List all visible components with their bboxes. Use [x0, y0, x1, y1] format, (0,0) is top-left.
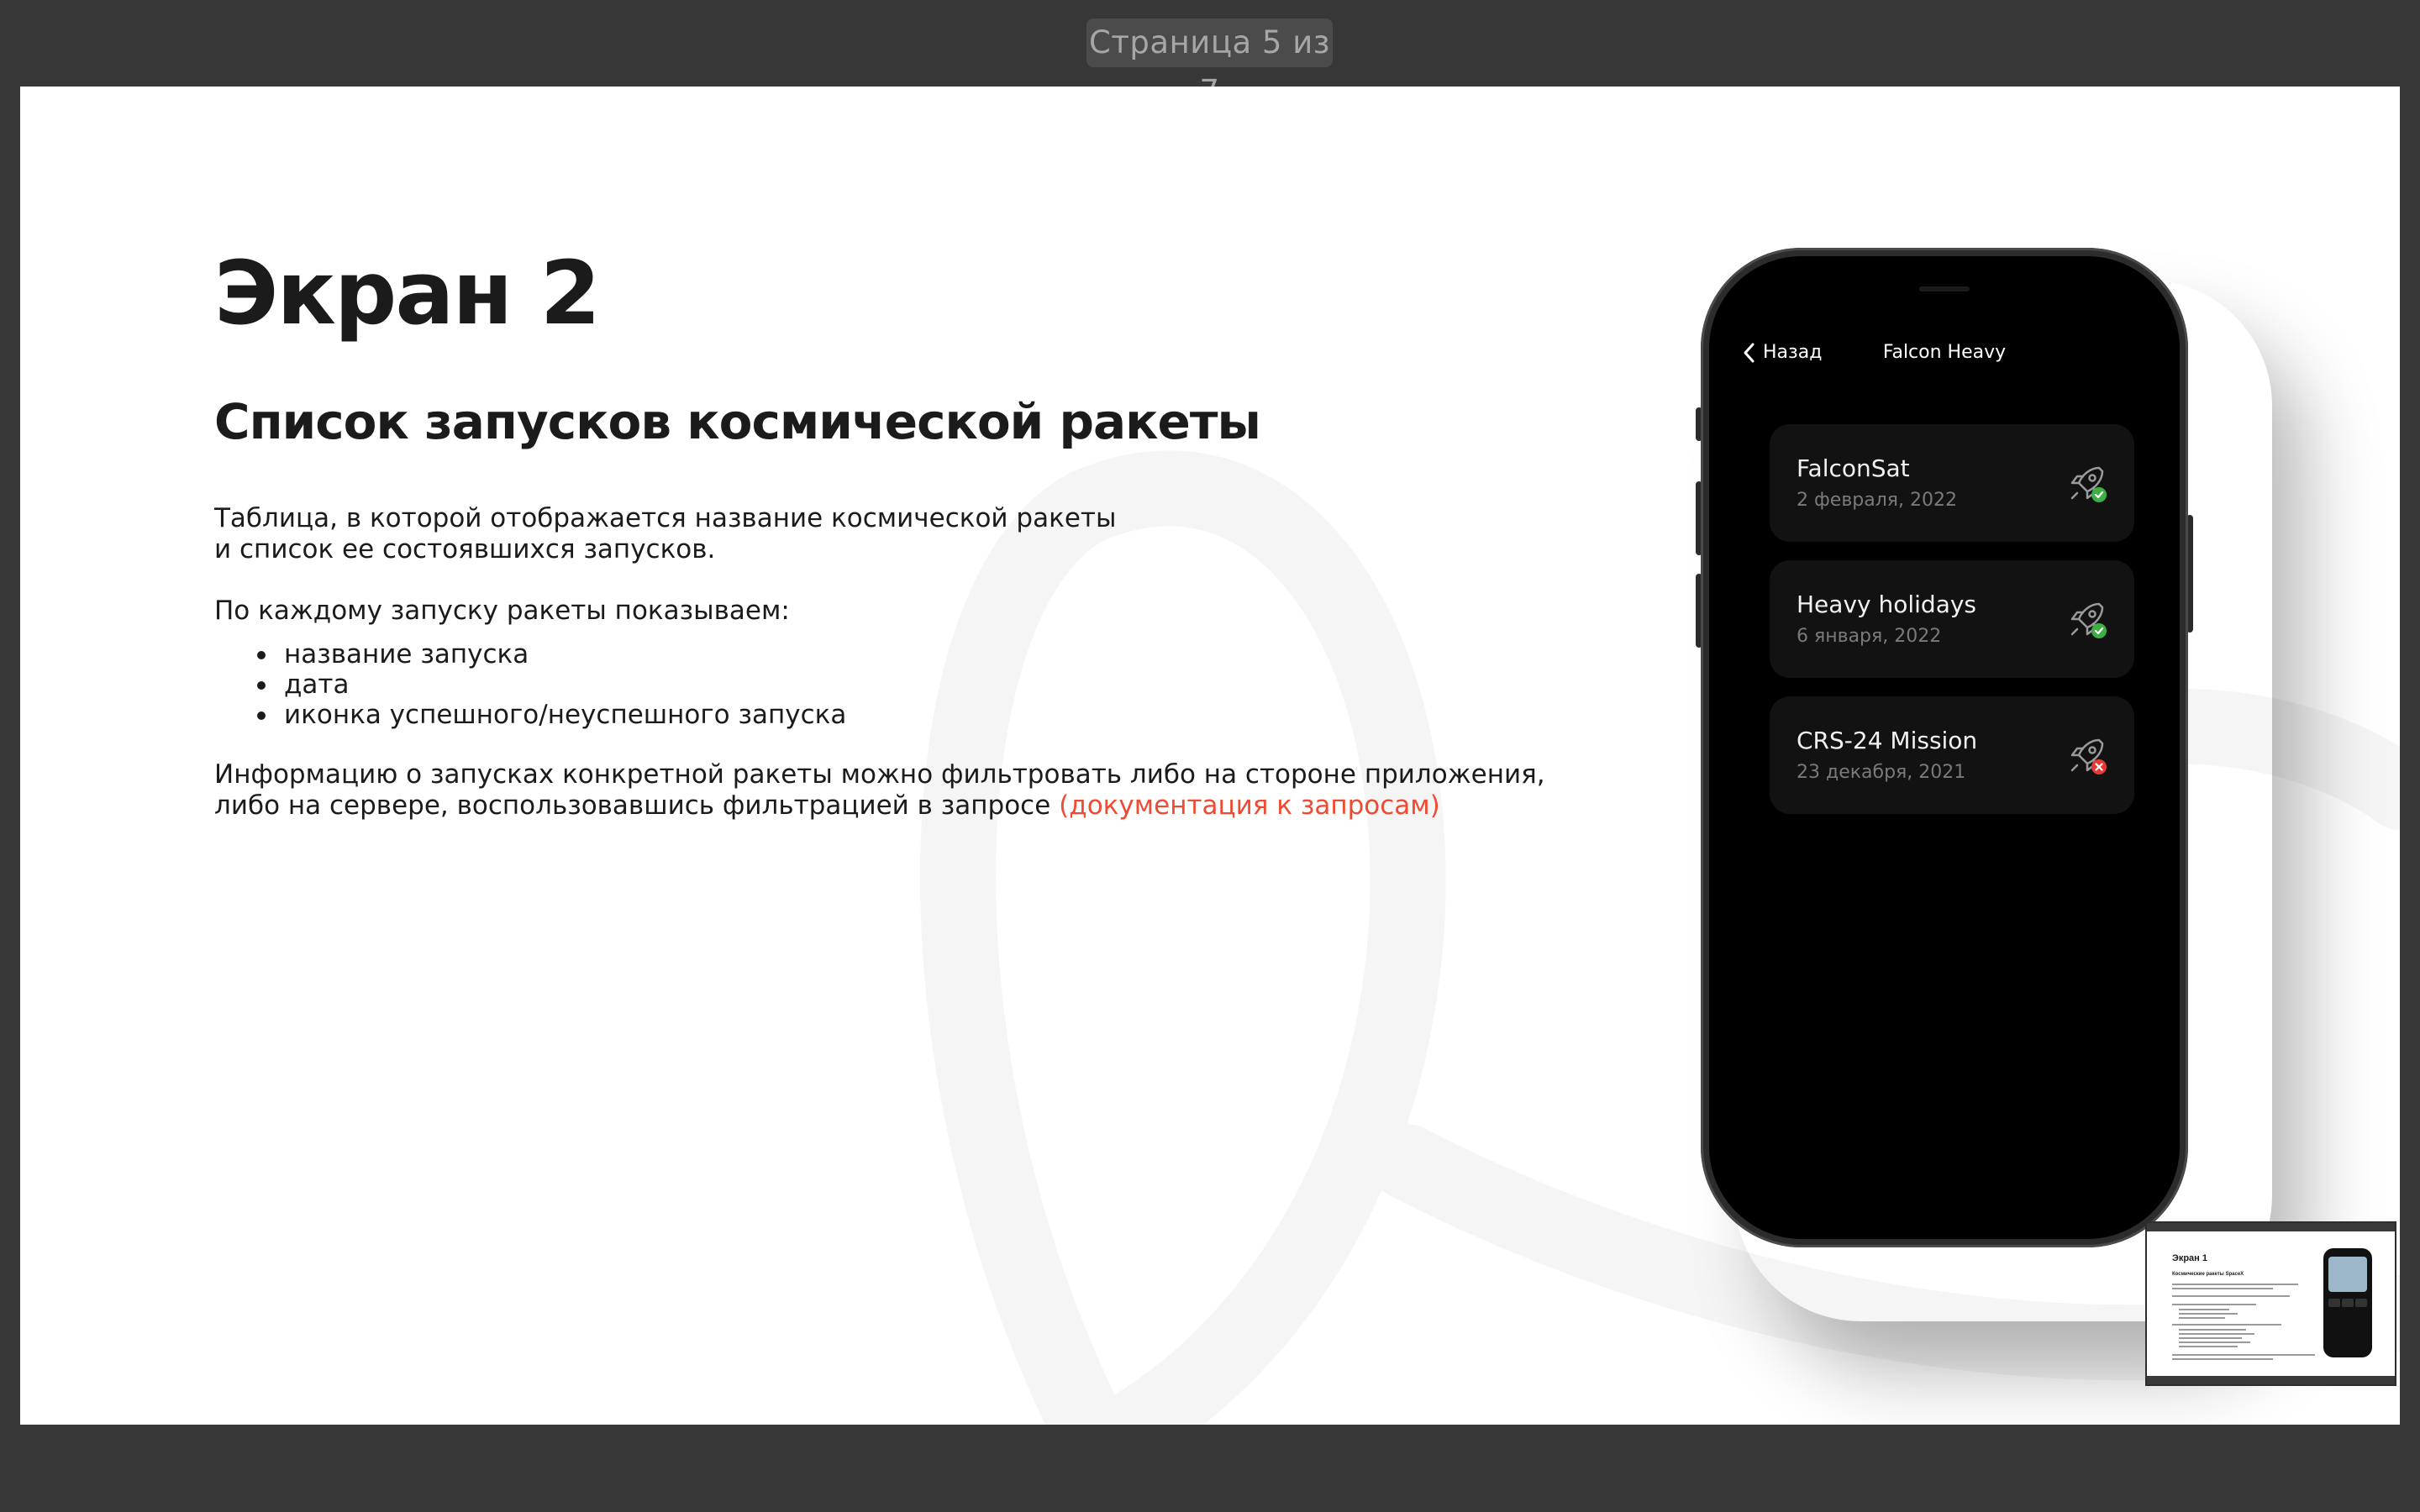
filtering-paragraph: Информацию о запусках конкретной ракеты …	[214, 759, 1545, 822]
page-indicator: Страница 5 из 7	[1086, 18, 1333, 109]
back-button-label: Назад	[1763, 342, 1823, 363]
chevron-left-icon	[1744, 343, 1754, 362]
launch-date: 2 февраля, 2022	[1797, 490, 1958, 511]
list-item: название запуска	[214, 639, 846, 669]
per-launch-intro: По каждому запуску ракеты показываем:	[214, 596, 790, 626]
rocket-success-icon	[2070, 466, 2107, 502]
rocket-failure-icon	[2070, 738, 2107, 774]
launch-date: 23 декабря, 2021	[1797, 762, 1966, 783]
phone-speaker	[1919, 286, 1970, 291]
list-item: иконка успешного/неуспешного запуска	[214, 700, 846, 730]
launch-fields-list: название запуска дата иконка успешного/н…	[214, 639, 846, 730]
launch-card[interactable]: CRS-24 Mission 23 декабря, 2021	[1770, 696, 2134, 814]
filtering-line-2-text: либо на сервере, воспользовавшись фильтр…	[214, 790, 1051, 821]
rocket-success-icon	[2070, 602, 2107, 638]
filtering-line-1: Информацию о запусках конкретной ракеты …	[214, 759, 1545, 790]
thumbnail-preview: Экран 1 Космические ракеты SpaceX	[2147, 1223, 2395, 1384]
launch-card[interactable]: Heavy holidays 6 января, 2022	[1770, 560, 2134, 678]
description-paragraph: Таблица, в которой отображается название…	[214, 503, 1116, 565]
list-item: дата	[214, 669, 846, 700]
thumbnail-subtitle: Космические ракеты SpaceX	[2172, 1272, 2244, 1277]
slide: Экран 2 Список запусков космической раке…	[20, 87, 2400, 1425]
back-button[interactable]: Назад	[1743, 342, 1822, 363]
slide-title: Экран 2	[214, 242, 601, 344]
thumbnail-title: Экран 1	[2172, 1253, 2207, 1263]
launch-name: FalconSat	[1797, 454, 1910, 482]
launch-date: 6 января, 2022	[1797, 626, 1942, 647]
launch-card[interactable]: FalconSat 2 февраля, 2022	[1770, 424, 2134, 542]
filtering-line-2: либо на сервере, воспользовавшись фильтр…	[214, 790, 1545, 822]
launch-name: CRS-24 Mission	[1797, 727, 1978, 754]
documentation-link[interactable]: (документация к запросам)	[1059, 790, 1440, 821]
description-line-1: Таблица, в которой отображается название…	[214, 503, 1117, 533]
phone-screen: Falcon Heavy Назад FalconSat 2 февраля, …	[1709, 256, 2180, 1239]
launch-name: Heavy holidays	[1797, 591, 1977, 618]
slide-thumbnail[interactable]: Экран 1 Космические ракеты SpaceX	[2145, 1221, 2396, 1386]
slide-subtitle: Список запусков космической ракеты	[214, 393, 1261, 450]
description-line-2: и список ее состоявшихся запусков.	[214, 534, 716, 564]
